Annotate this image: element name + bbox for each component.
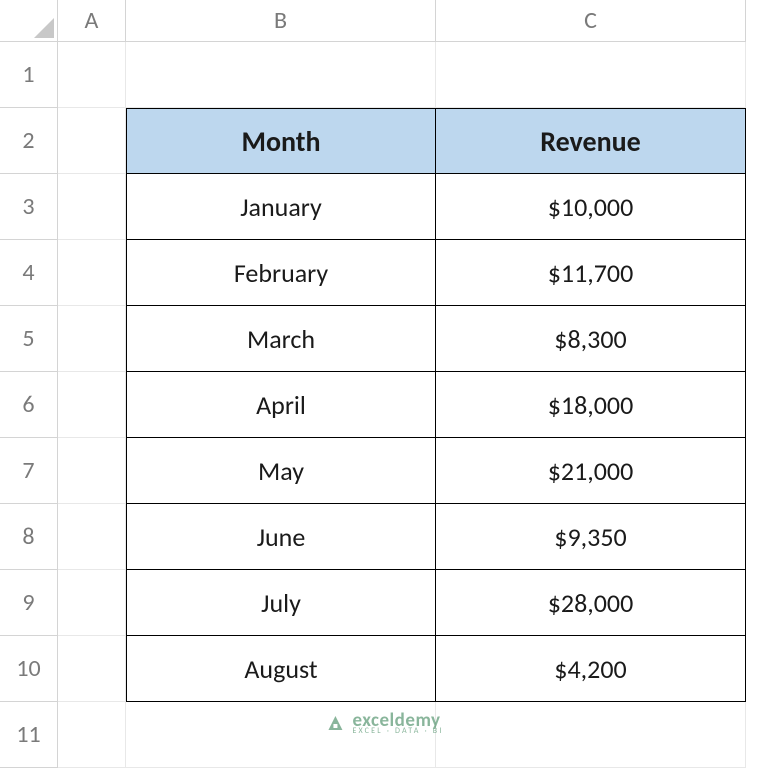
row-header-9[interactable]: 9 (0, 570, 58, 636)
cell-revenue-4[interactable]: $21,000 (436, 438, 746, 504)
cell-month-4[interactable]: May (126, 438, 436, 504)
cell-revenue-6[interactable]: $28,000 (436, 570, 746, 636)
row-header-8[interactable]: 8 (0, 504, 58, 570)
row-header-4[interactable]: 4 (0, 240, 58, 306)
cell-A1[interactable] (58, 42, 126, 108)
row-header-7[interactable]: 7 (0, 438, 58, 504)
row-header-1[interactable]: 1 (0, 42, 58, 108)
cell-month-2[interactable]: March (126, 306, 436, 372)
table-header-month[interactable]: Month (126, 108, 436, 174)
select-all-corner[interactable] (0, 0, 58, 42)
table-header-revenue[interactable]: Revenue (436, 108, 746, 174)
select-all-triangle-icon (34, 18, 54, 38)
spreadsheet-grid[interactable]: A B C 1 2 Month Revenue 3 January $10,00… (0, 0, 768, 768)
cell-A5[interactable] (58, 306, 126, 372)
cell-month-1[interactable]: February (126, 240, 436, 306)
row-header-2[interactable]: 2 (0, 108, 58, 174)
cell-C1[interactable] (436, 42, 746, 108)
cell-A6[interactable] (58, 372, 126, 438)
cell-month-3[interactable]: April (126, 372, 436, 438)
cell-revenue-1[interactable]: $11,700 (436, 240, 746, 306)
row-header-5[interactable]: 5 (0, 306, 58, 372)
row-header-6[interactable]: 6 (0, 372, 58, 438)
row-header-3[interactable]: 3 (0, 174, 58, 240)
row-header-10[interactable]: 10 (0, 636, 58, 702)
cell-month-7[interactable]: August (126, 636, 436, 702)
cell-revenue-3[interactable]: $18,000 (436, 372, 746, 438)
cell-revenue-0[interactable]: $10,000 (436, 174, 746, 240)
cell-B11[interactable] (126, 702, 436, 768)
cell-A8[interactable] (58, 504, 126, 570)
cell-B1[interactable] (126, 42, 436, 108)
cell-C11[interactable] (436, 702, 746, 768)
cell-A3[interactable] (58, 174, 126, 240)
cell-A10[interactable] (58, 636, 126, 702)
row-header-11[interactable]: 11 (0, 702, 58, 768)
cell-A11[interactable] (58, 702, 126, 768)
cell-month-5[interactable]: June (126, 504, 436, 570)
cell-revenue-5[interactable]: $9,350 (436, 504, 746, 570)
cell-month-0[interactable]: January (126, 174, 436, 240)
cell-revenue-2[interactable]: $8,300 (436, 306, 746, 372)
cell-A4[interactable] (58, 240, 126, 306)
cell-A7[interactable] (58, 438, 126, 504)
cell-month-6[interactable]: July (126, 570, 436, 636)
cell-revenue-7[interactable]: $4,200 (436, 636, 746, 702)
column-header-C[interactable]: C (436, 0, 746, 42)
cell-A9[interactable] (58, 570, 126, 636)
column-header-B[interactable]: B (126, 0, 436, 42)
column-header-A[interactable]: A (58, 0, 126, 42)
cell-A2[interactable] (58, 108, 126, 174)
